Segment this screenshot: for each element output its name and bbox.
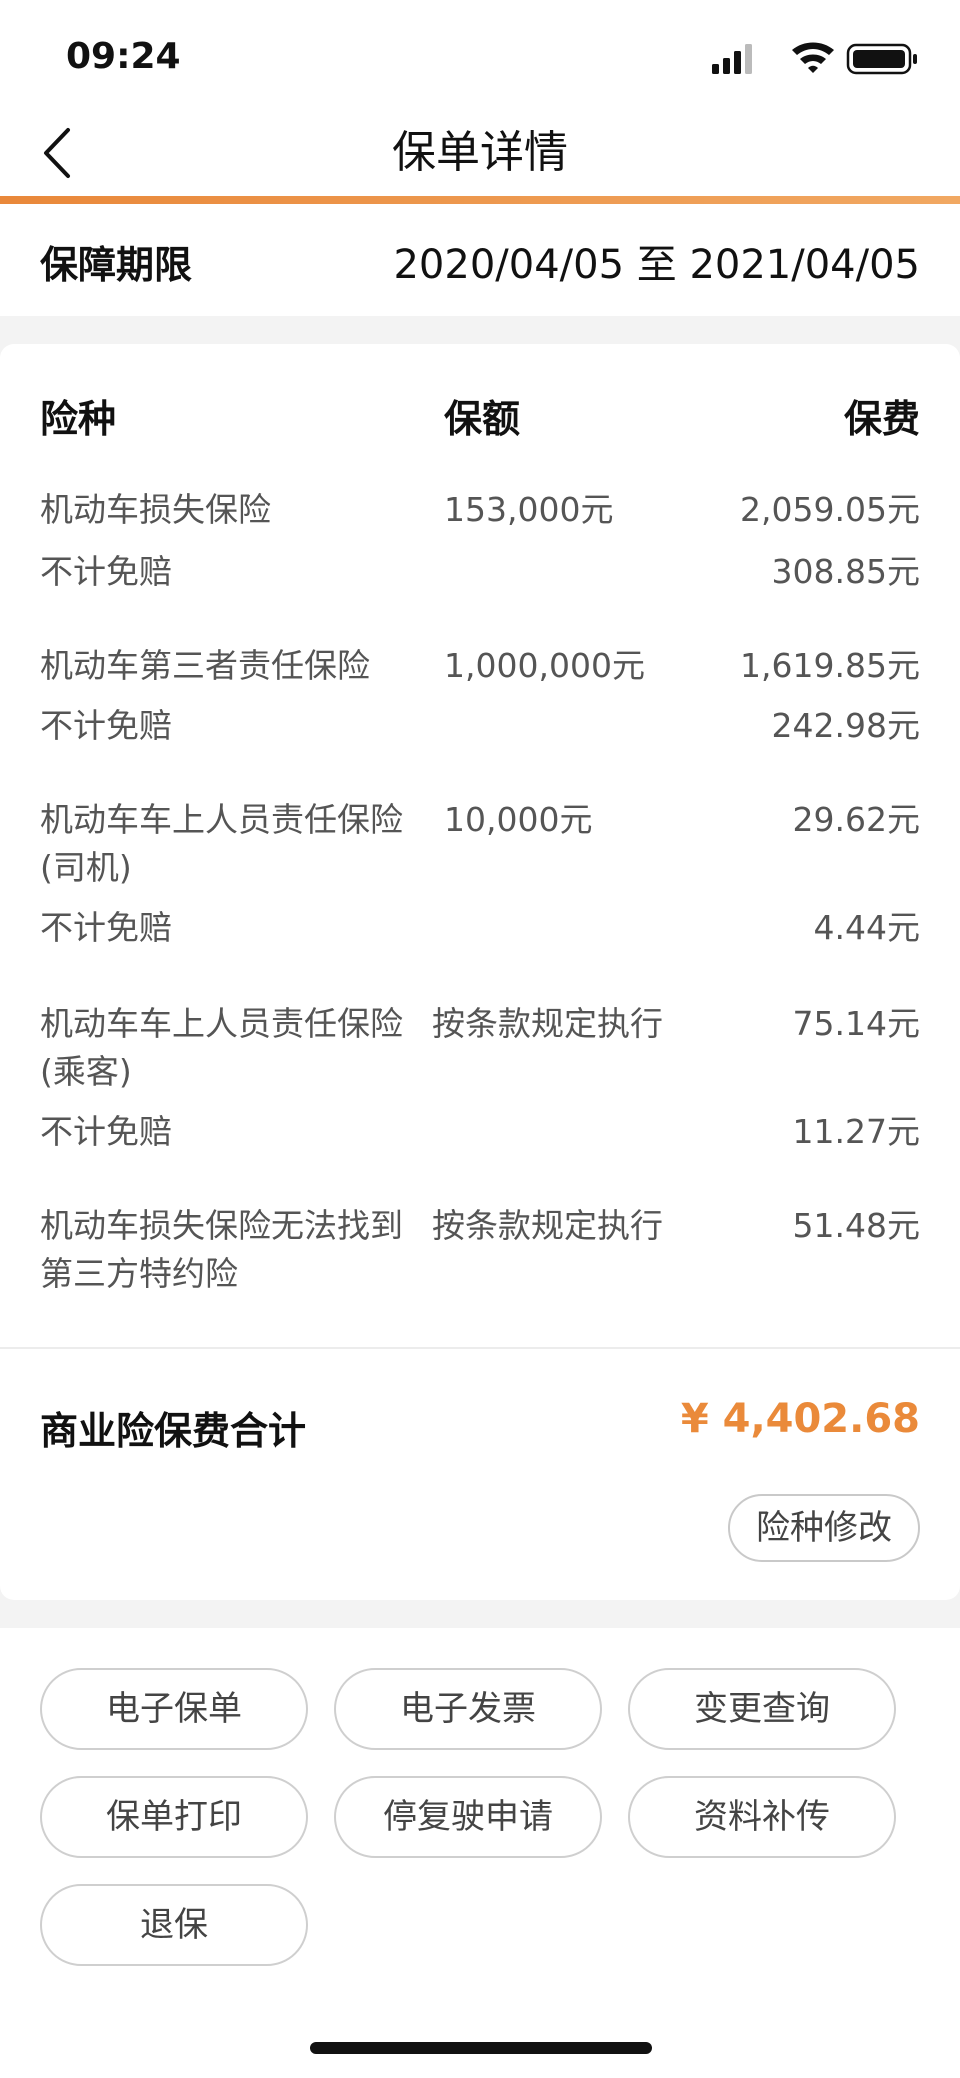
coverage-fee: 308.85元 [771, 552, 920, 591]
print-policy-button[interactable]: 保单打印 [40, 1776, 308, 1858]
change-query-button[interactable]: 变更查询 [628, 1668, 896, 1750]
coverage-fee: 11.27元 [792, 1112, 920, 1151]
divider [0, 1347, 960, 1349]
table-header: 险种 保额 保费 [0, 388, 960, 448]
header-fee: 保费 [843, 397, 920, 441]
coverage-type: 机动车损失保险无法找到第三方特约险 [40, 1206, 403, 1293]
coverage-amount: 1,000,000元 [444, 646, 645, 685]
e-invoice-button[interactable]: 电子发票 [334, 1668, 602, 1750]
modify-coverage-button[interactable]: 险种修改 [728, 1494, 920, 1562]
coverage-fee: 4.44元 [813, 908, 920, 947]
coverage-fee: 29.62元 [792, 800, 920, 839]
accent-line [0, 196, 960, 204]
coverage-type: 不计免赔 [40, 1112, 172, 1151]
coverage-amount: 153,000元 [444, 490, 614, 529]
coverage-type: 不计免赔 [40, 552, 172, 591]
total-label: 商业险保费合计 [40, 1409, 307, 1453]
coverage-type: 机动车第三者责任保险 [40, 646, 370, 685]
suspend-resume-button[interactable]: 停复驶申请 [334, 1776, 602, 1858]
home-indicator[interactable] [310, 2042, 652, 2054]
coverage-fee: 1,619.85元 [740, 646, 920, 685]
page-title: 保单详情 [392, 127, 568, 178]
coverage-type: 机动车车上人员责任保险(乘客) [40, 1004, 403, 1091]
coverage-fee: 242.98元 [771, 706, 920, 745]
period-label: 保障期限 [40, 243, 193, 287]
nav-bar: 保单详情 [0, 110, 960, 196]
header-amount: 保额 [444, 397, 521, 441]
period-value: 2020/04/05 至 2021/04/05 [393, 242, 920, 288]
coverage-amount: 10,000元 [444, 800, 593, 839]
coverage-fee: 2,059.05元 [740, 490, 920, 529]
coverage-type: 机动车车上人员责任保险(司机) [40, 800, 403, 887]
coverage-amount: 按条款规定执行 [432, 1004, 663, 1043]
coverage-fee: 51.48元 [792, 1206, 920, 1245]
signal-icon [712, 44, 752, 74]
coverage-fee: 75.14元 [792, 1004, 920, 1043]
wifi-icon [792, 42, 834, 73]
coverage-type: 机动车损失保险 [40, 490, 271, 529]
e-policy-button[interactable]: 电子保单 [40, 1668, 308, 1750]
coverage-period: 保障期限 2020/04/05 至 2021/04/05 [0, 204, 960, 316]
policy-card: 险种 保额 保费 机动车损失保险 153,000元 2,059.05元 不计免赔… [0, 344, 960, 1600]
coverage-type: 不计免赔 [40, 706, 172, 745]
battery-icon [846, 43, 917, 75]
coverage-amount: 按条款规定执行 [432, 1206, 663, 1245]
coverage-type: 不计免赔 [40, 908, 172, 947]
upload-documents-button[interactable]: 资料补传 [628, 1776, 896, 1858]
cancel-policy-button[interactable]: 退保 [40, 1884, 308, 1966]
status-bar: 09:24 [0, 0, 960, 110]
status-icons [712, 42, 917, 75]
actions-panel: 电子保单 电子发票 变更查询 保单打印 停复驶申请 资料补传 退保 [0, 1628, 960, 2078]
header-type: 险种 [40, 397, 117, 441]
status-time: 09:24 [66, 36, 181, 77]
total-value: ¥ 4,402.68 [680, 1396, 920, 1442]
